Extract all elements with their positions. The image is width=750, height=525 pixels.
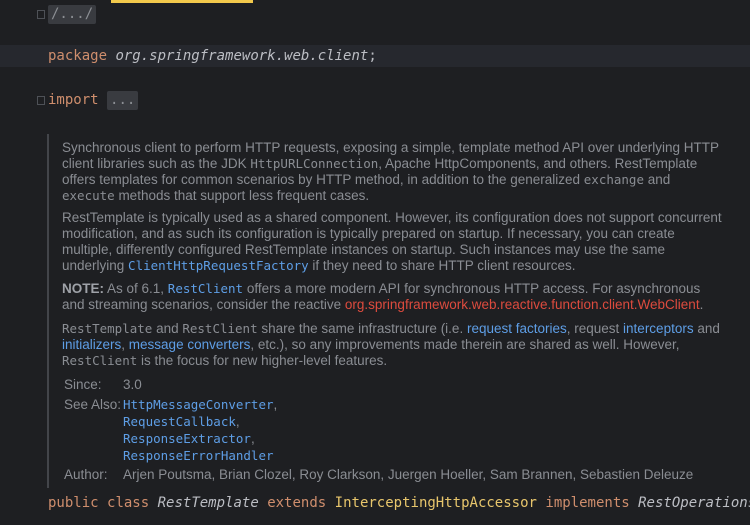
see-also-label: See Also:: [64, 397, 122, 412]
extends-keyword: extends: [267, 495, 327, 511]
see-also-list: HttpMessageConverter, RequestCallback, R…: [123, 397, 278, 463]
package-keyword: package: [48, 48, 108, 64]
import-fold[interactable]: ...: [107, 91, 139, 110]
interface-name[interactable]: RestOperations: [638, 495, 750, 511]
class-keyword: class: [107, 495, 150, 511]
see-also-row: See Also: HttpMessageConverter, RequestC…: [64, 396, 664, 466]
link-webclient[interactable]: org.springframework.web.reactive.functio…: [345, 297, 700, 312]
code-line-package: package org.springframework.web.client;: [0, 45, 750, 67]
see-also-link[interactable]: ResponseErrorHandler: [123, 448, 274, 463]
parent-class-name[interactable]: InterceptingHttpAccessor: [335, 495, 537, 511]
link-client-http-request-factory[interactable]: ClientHttpRequestFactory: [128, 258, 309, 273]
author-value: Arjen Poutsma, Brian Clozel, Roy Clarkso…: [123, 467, 694, 482]
doc-paragraph-2: RestTemplate is typically used as a shar…: [62, 210, 722, 273]
link-initializers[interactable]: initializers: [62, 337, 121, 352]
see-also-link[interactable]: HttpMessageConverter: [123, 397, 274, 412]
code-line-class-decl: public class RestTemplate extends Interc…: [0, 492, 750, 514]
see-also-link[interactable]: RequestCallback: [123, 414, 236, 429]
import-keyword: import: [48, 92, 99, 108]
since-row: Since: 3.0: [64, 376, 664, 393]
package-semicolon: ;: [368, 48, 377, 64]
author-row: Author: Arjen Poutsma, Brian Clozel, Roy…: [64, 466, 744, 483]
public-keyword: public: [48, 495, 99, 511]
see-also-link[interactable]: ResponseExtractor: [123, 431, 251, 446]
fold-toggle-icon[interactable]: [37, 10, 45, 19]
code-line-import: import ...: [0, 89, 750, 111]
since-value: 3.0: [123, 377, 142, 392]
fold-toggle-icon[interactable]: [37, 96, 45, 105]
author-label: Author:: [64, 467, 108, 482]
code-line-header: /.../: [0, 3, 750, 25]
link-interceptors[interactable]: interceptors: [623, 321, 694, 336]
class-name[interactable]: RestTemplate: [158, 495, 259, 511]
since-label: Since:: [64, 377, 102, 392]
link-request-factories[interactable]: request factories: [467, 321, 567, 336]
doc-paragraph-1: Synchronous client to perform HTTP reque…: [62, 140, 719, 203]
doc-paragraph-3: NOTE: As of 6.1, RestClient offers a mor…: [62, 281, 704, 312]
package-name: org.springframework.web.client: [115, 48, 369, 64]
doc-paragraph-4: RestTemplate and RestClient share the sa…: [62, 321, 720, 368]
header-fold[interactable]: /.../: [48, 5, 97, 24]
link-message-converters[interactable]: message converters: [129, 337, 251, 352]
note-label: NOTE:: [62, 281, 104, 296]
implements-keyword: implements: [545, 495, 630, 511]
link-rest-client[interactable]: RestClient: [168, 281, 243, 296]
